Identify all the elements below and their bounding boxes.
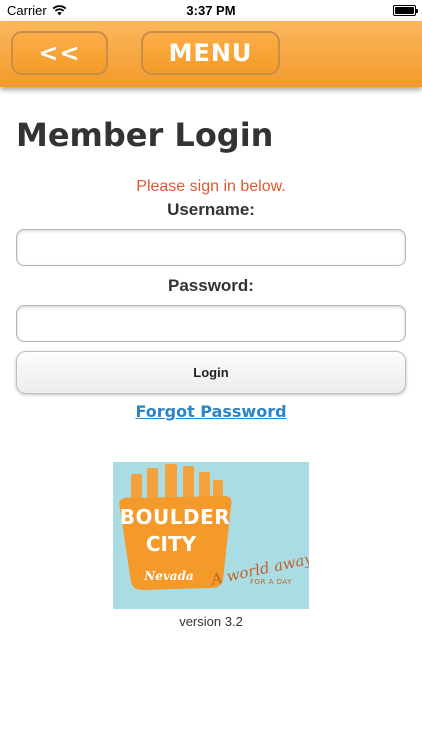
logo-tagline2: FOR A DAY bbox=[250, 578, 292, 586]
version-label: version 3.2 bbox=[179, 614, 243, 629]
forgot-password-link[interactable]: Forgot Password bbox=[0, 402, 422, 421]
battery-icon bbox=[393, 5, 418, 16]
sign-in-message: Please sign in below. bbox=[136, 178, 286, 195]
page-title: Member Login bbox=[16, 116, 274, 154]
header-bar: << MENU bbox=[0, 21, 422, 87]
boulder-city-logo: BOULDER CITY Nevada A world away FOR A D… bbox=[113, 462, 309, 609]
logo-line1: BOULDER bbox=[120, 505, 230, 529]
username-label: Username: bbox=[167, 200, 255, 219]
password-input[interactable] bbox=[16, 305, 406, 342]
back-button[interactable]: << bbox=[11, 31, 108, 75]
clock: 3:37 PM bbox=[186, 3, 236, 18]
logo-state: Nevada bbox=[143, 569, 194, 583]
username-input[interactable] bbox=[16, 229, 406, 266]
menu-button[interactable]: MENU bbox=[141, 31, 280, 75]
login-button[interactable]: Login bbox=[16, 351, 406, 394]
status-bar: Carrier 3:37 PM bbox=[0, 0, 422, 21]
password-label: Password: bbox=[168, 276, 254, 295]
logo-line2: CITY bbox=[146, 532, 197, 556]
